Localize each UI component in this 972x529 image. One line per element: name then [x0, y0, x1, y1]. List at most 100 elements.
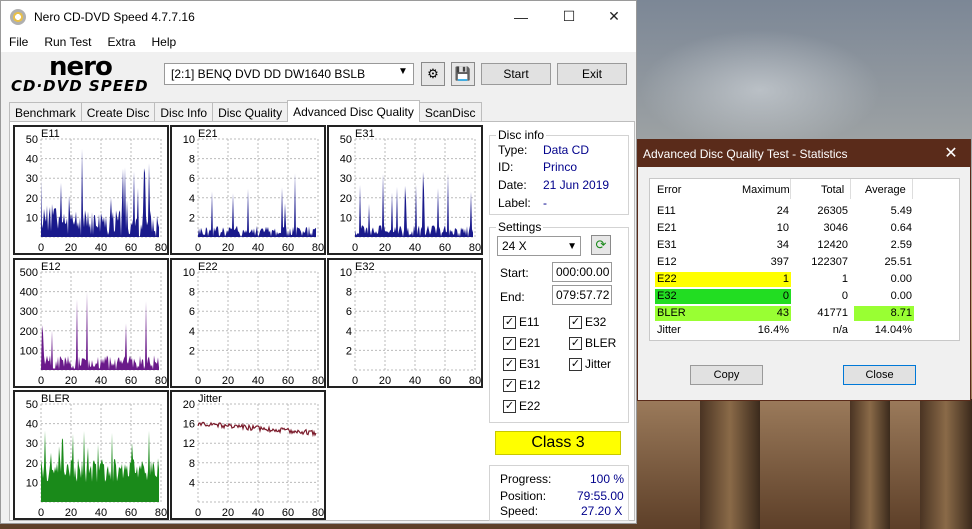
eject-icon[interactable]: ⚙ — [421, 62, 445, 86]
start-time-input[interactable]: 000:00.00 — [552, 262, 612, 282]
checkbox-icon: ✓ — [569, 357, 582, 371]
x-tick-label: 20 — [222, 242, 234, 253]
stat-total: 0 — [841, 290, 848, 302]
y-tick-label: 6 — [189, 306, 195, 318]
check-bler[interactable]: ✓ BLER — [569, 336, 616, 350]
y-tick-label: 30 — [26, 438, 38, 450]
tab-scandisc[interactable]: ScanDisc — [418, 102, 482, 122]
y-tick-label: 10 — [183, 134, 195, 146]
check-label: E22 — [519, 399, 541, 413]
speed-value: 27.20 X — [581, 504, 623, 518]
checkbox-icon: ✓ — [569, 336, 582, 350]
stat-total: 12420 — [817, 239, 848, 251]
tab-advanced-disc-quality[interactable]: Advanced Disc Quality — [287, 100, 420, 122]
start-button[interactable]: Start — [481, 63, 551, 85]
drive-select[interactable]: [2:1] BENQ DVD DD DW1640 BSLB ▼ — [164, 63, 414, 85]
x-tick-label: 40 — [252, 507, 264, 518]
nero-logo: nero CD·DVD SPEED — [9, 52, 159, 97]
y-tick-label: 50 — [26, 134, 38, 146]
x-tick-label: 20 — [65, 375, 77, 386]
x-tick-label: 20 — [379, 375, 391, 386]
x-tick-label: 0 — [195, 375, 201, 386]
position-value: 79:55.00 — [577, 489, 624, 503]
menu-extra[interactable]: Extra — [99, 35, 143, 49]
y-tick-label: 200 — [20, 326, 38, 338]
stat-maximum: 1 — [743, 272, 791, 287]
stat-name: Jitter — [657, 324, 681, 336]
y-tick-label: 30 — [26, 173, 38, 185]
y-tick-label: 50 — [26, 399, 38, 411]
stat-average: 14.04% — [874, 324, 912, 336]
x-tick-label: 60 — [125, 242, 137, 253]
close-button[interactable]: ✕ — [591, 1, 637, 32]
check-e21[interactable]: ✓ E21 — [503, 336, 540, 350]
check-label: E12 — [519, 378, 541, 392]
stat-maximum: 24 — [776, 205, 789, 217]
x-tick-label: 40 — [409, 242, 421, 253]
chevron-down-icon: ▼ — [567, 240, 577, 252]
y-tick-label: 20 — [26, 193, 38, 205]
y-tick-label: 2 — [189, 212, 195, 224]
menu-help[interactable]: Help — [144, 35, 185, 49]
x-tick-label: 60 — [439, 375, 451, 386]
x-tick-label: 80 — [469, 375, 481, 386]
check-e31[interactable]: ✓ E31 — [503, 357, 540, 371]
y-tick-label: 10 — [26, 477, 38, 489]
progress-value: 100 % — [590, 472, 625, 486]
x-tick-label: 80 — [469, 242, 481, 253]
y-tick-label: 20 — [26, 458, 38, 470]
menu-file[interactable]: File — [1, 35, 36, 49]
check-label: E32 — [585, 315, 607, 329]
y-tick-label: 300 — [20, 306, 38, 318]
y-tick-label: 40 — [340, 154, 352, 166]
x-tick-label: 60 — [282, 507, 294, 518]
x-tick-label: 60 — [282, 242, 294, 253]
city-tower — [700, 379, 760, 529]
disc-id-label: ID: — [498, 160, 514, 174]
stat-name: E32 — [655, 289, 743, 304]
menu-bar: File Run Test Extra Help — [1, 32, 636, 52]
stat-average: 25.51 — [884, 256, 912, 268]
tab-benchmark[interactable]: Benchmark — [9, 102, 82, 122]
maximize-button[interactable]: ☐ — [546, 1, 592, 32]
disc-class-badge: Class 3 — [495, 431, 621, 455]
menu-run-test[interactable]: Run Test — [36, 35, 99, 49]
stat-average: 0.64 — [890, 222, 912, 234]
tab-disc-quality[interactable]: Disc Quality — [212, 102, 289, 122]
check-e22[interactable]: ✓ E22 — [503, 399, 540, 413]
dialog-close-icon[interactable]: ✕ — [936, 142, 966, 164]
x-tick-label: 80 — [312, 242, 324, 253]
y-tick-label: 8 — [189, 458, 195, 470]
disc-id-value: Princo — [543, 160, 578, 174]
check-e12[interactable]: ✓ E12 — [503, 378, 540, 392]
close-dialog-button[interactable]: Close — [843, 365, 916, 385]
minimize-button[interactable]: — — [498, 1, 544, 32]
refresh-icon[interactable]: ⟳ — [591, 235, 611, 255]
check-jitter[interactable]: ✓ Jitter — [569, 357, 611, 371]
progress-label: Progress: — [500, 472, 552, 486]
y-tick-label: 20 — [340, 193, 352, 205]
graph-e11: E11 50 40 30 20 10 0 20 40 60 80 — [13, 125, 169, 255]
y-tick-label: 20 — [183, 399, 195, 411]
stat-maximum: 10 — [776, 222, 789, 234]
exit-button[interactable]: Exit — [557, 63, 627, 85]
y-tick-label: 12 — [183, 438, 195, 450]
stat-maximum: 34 — [776, 239, 789, 251]
end-time-input[interactable]: 079:57.72 — [552, 285, 612, 305]
save-icon[interactable]: 💾 — [451, 62, 475, 86]
disc-date-label: Date: — [498, 178, 527, 192]
header-error: Error — [657, 184, 682, 196]
check-e32[interactable]: ✓ E32 — [569, 315, 606, 329]
tab-disc-info[interactable]: Disc Info — [154, 102, 214, 122]
main-window: Nero CD-DVD Speed 4.7.7.16 — ☐ ✕ File Ru… — [0, 0, 637, 524]
copy-button[interactable]: Copy — [690, 365, 763, 385]
y-tick-label: 6 — [189, 173, 195, 185]
tab-create-disc[interactable]: Create Disc — [80, 102, 156, 122]
check-e11[interactable]: ✓ E11 — [503, 315, 539, 329]
x-tick-label: 60 — [125, 507, 137, 518]
disc-icon — [10, 8, 26, 25]
speed-select[interactable]: 24 X ▼ — [497, 236, 581, 256]
toolbar: nero CD·DVD SPEED [2:1] BENQ DVD DD DW16… — [1, 52, 636, 99]
y-tick-label: 100 — [20, 345, 38, 357]
graph-e22: E22 10 8 6 4 2 0 20 40 60 80 — [170, 258, 326, 388]
